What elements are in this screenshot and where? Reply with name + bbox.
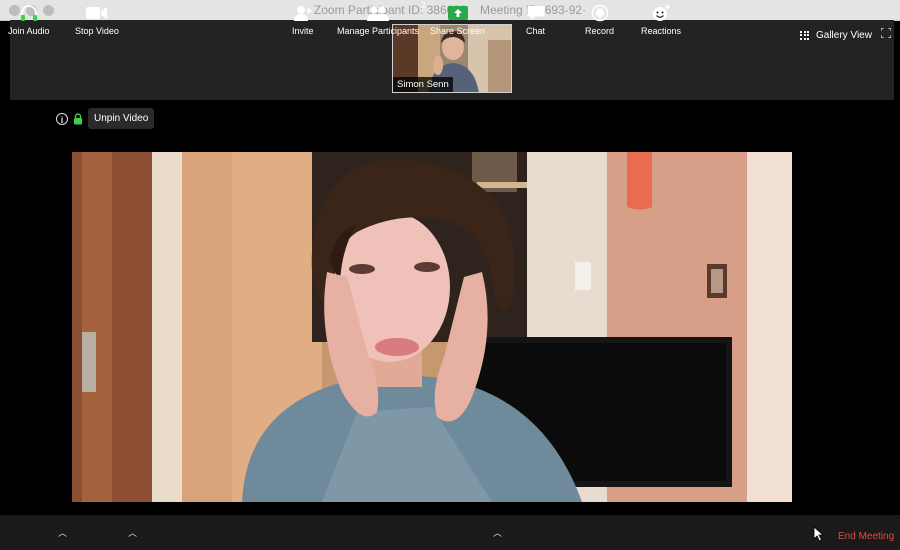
chat-bubble-icon [527, 3, 545, 23]
join-audio-button[interactable]: Join Audio [8, 3, 50, 36]
join-audio-label: Join Audio [8, 26, 50, 36]
participants-icon: 2 [367, 1, 425, 23]
gallery-view-button[interactable]: Gallery View [800, 28, 872, 42]
invite-label: Invite [292, 26, 314, 36]
grid-icon [800, 30, 809, 40]
pin-controls: i Unpin Video [56, 108, 155, 129]
headphones-icon [19, 3, 39, 23]
share-screen-icon [447, 3, 468, 23]
main-video-feed [72, 152, 792, 502]
stop-video-label: Stop Video [75, 26, 119, 36]
share-screen-button[interactable]: Share Screen [430, 3, 485, 36]
reactions-button[interactable]: Reactions [641, 3, 681, 36]
unpin-video-button[interactable]: Unpin Video [88, 108, 155, 129]
share-options-chevron-icon[interactable]: ︿ [493, 526, 502, 539]
manage-participants-button[interactable]: 2 Manage Participants [337, 1, 425, 36]
info-icon[interactable]: i [56, 112, 68, 125]
mouse-pointer-icon [813, 526, 825, 542]
manage-participants-label: Manage Participants [337, 26, 420, 36]
lock-icon [74, 112, 82, 124]
stop-video-button[interactable]: Stop Video [75, 3, 119, 36]
invite-button[interactable]: Invite [292, 3, 314, 36]
fullscreen-icon[interactable] [881, 28, 891, 38]
participant-name: Simon Senn [393, 77, 453, 92]
main-video-image [72, 152, 792, 502]
record-label: Record [585, 26, 615, 36]
add-person-icon [293, 3, 313, 23]
end-meeting-button[interactable]: End Meeting [838, 531, 894, 542]
record-icon [591, 3, 609, 23]
audio-options-chevron-icon[interactable]: ︿ [58, 526, 67, 539]
smiley-icon [651, 3, 671, 23]
chat-button[interactable]: Chat [526, 3, 545, 36]
video-camera-icon [85, 3, 108, 23]
participant-count: 2 [421, 1, 426, 10]
video-options-chevron-icon[interactable]: ︿ [128, 526, 137, 539]
chat-label: Chat [526, 26, 546, 36]
share-screen-label: Share Screen [430, 26, 486, 36]
reactions-label: Reactions [641, 26, 682, 36]
record-button[interactable]: Record [585, 3, 614, 36]
gallery-view-label: Gallery View [816, 29, 872, 41]
